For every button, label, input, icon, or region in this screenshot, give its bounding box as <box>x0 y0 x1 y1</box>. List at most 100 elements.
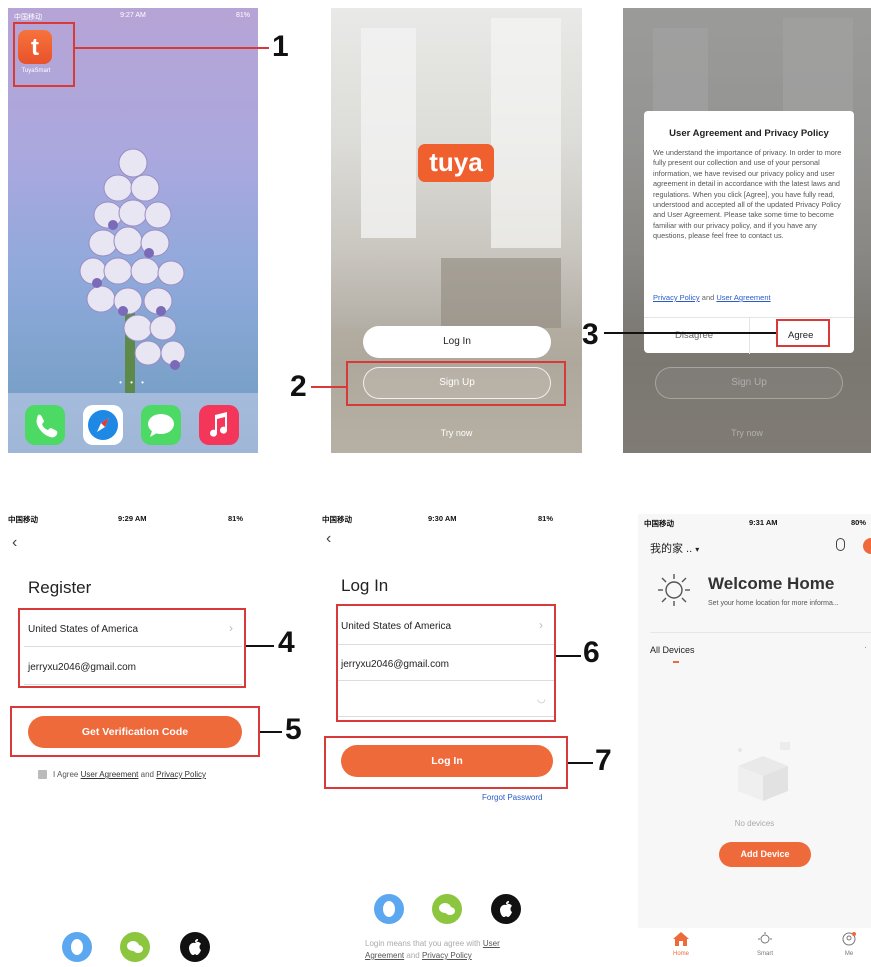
wechat-login-icon[interactable] <box>432 894 462 924</box>
tuya-logo: tuya <box>418 144 494 182</box>
privacy-dialog-screen: Sign Up Try now User Agreement and Priva… <box>623 8 871 453</box>
callout-line-7 <box>568 762 593 764</box>
tab-active-indicator <box>673 661 679 663</box>
music-icon[interactable] <box>199 405 239 445</box>
callout-line-5 <box>260 731 282 733</box>
privacy-dialog: User Agreement and Privacy Policy We und… <box>644 111 854 354</box>
callout-4: 4 <box>278 626 295 659</box>
button-divider <box>749 318 750 354</box>
callout-line-1 <box>75 47 269 49</box>
back-chevron-icon[interactable]: ‹ <box>326 530 331 548</box>
time-label: 9:31 AM <box>749 518 778 527</box>
back-chevron-icon[interactable]: ‹ <box>12 534 17 552</box>
house-icon <box>673 932 689 946</box>
agree-prefix: I Agree <box>53 770 79 779</box>
apple-login-icon[interactable] <box>491 894 521 924</box>
privacy-policy-link[interactable]: Privacy Policy <box>422 951 472 960</box>
tab-home-label: Home <box>672 951 689 957</box>
tab-smart[interactable]: Smart <box>750 932 780 957</box>
highlight-verify-button <box>10 706 260 757</box>
highlight-fields <box>336 604 556 722</box>
register-screen: 中国移动 9:29 AM 81% ‹ Register United State… <box>0 510 262 962</box>
empty-box-icon <box>738 742 790 801</box>
microphone-icon[interactable] <box>836 538 845 551</box>
try-now-link[interactable]: Try now <box>331 428 582 438</box>
callout-6: 6 <box>583 636 600 669</box>
user-link-part2[interactable]: Agreement <box>365 951 404 960</box>
home-name: 我的家 .. <box>650 543 693 555</box>
wallpaper-flower <box>79 148 186 393</box>
home-screen: 中国移动 9:31 AM 80% 我的家 .. ▾ Welcome Home S… <box>638 514 871 962</box>
highlight-agree <box>776 319 830 347</box>
wechat-login-icon[interactable] <box>120 932 150 962</box>
user-icon <box>842 932 856 946</box>
tab-all-devices[interactable]: All Devices <box>650 645 695 655</box>
status-bar: 中国移动 9:31 AM 80% <box>638 518 871 530</box>
dialog-title: User Agreement and Privacy Policy <box>669 128 829 139</box>
add-plus-icon[interactable] <box>863 538 871 554</box>
forgot-password-link[interactable]: Forgot Password <box>482 793 542 802</box>
privacy-policy-link[interactable]: Privacy Policy <box>653 293 700 302</box>
qq-login-icon[interactable] <box>374 894 404 924</box>
phone-icon[interactable] <box>25 405 65 445</box>
page-title: Log In <box>341 576 389 595</box>
no-devices-text: No devices <box>734 819 775 828</box>
add-device-button[interactable]: Add Device <box>719 842 811 867</box>
callout-line-4 <box>246 645 274 647</box>
chevron-down-icon: ▾ <box>695 545 700 554</box>
and-text: and <box>406 951 420 960</box>
welcome-subtitle: Set your home location for more informa.… <box>708 600 839 607</box>
highlight-fields <box>18 608 246 688</box>
carrier-label: 中国移动 <box>322 515 352 524</box>
privacy-policy-link[interactable]: Privacy Policy <box>156 770 206 779</box>
page-title: Register <box>28 578 92 597</box>
dialog-links: Privacy Policy and User Agreement <box>653 293 771 302</box>
carrier-label: 中国移动 <box>8 515 38 524</box>
user-link-part1[interactable]: User <box>483 939 500 948</box>
and-text: and <box>701 293 715 302</box>
battery-label: 80% <box>851 518 867 527</box>
bottom-tab-bar: Home Smart Me <box>638 928 871 962</box>
time-label: 9:29 AM <box>118 514 147 523</box>
time-label: 9:30 AM <box>428 514 457 523</box>
time-label: 9:27 AM <box>120 12 146 19</box>
agree-row: I Agree User Agreement and Privacy Polic… <box>38 770 206 779</box>
welcome-title: Welcome Home <box>708 574 835 593</box>
sun-icon <box>658 574 690 606</box>
smart-sun-icon <box>758 932 772 944</box>
home-selector[interactable]: 我的家 .. ▾ <box>650 540 699 556</box>
apple-login-icon[interactable] <box>180 932 210 962</box>
callout-3: 3 <box>582 318 599 351</box>
checkbox[interactable] <box>38 770 47 779</box>
callout-line-6 <box>556 655 581 657</box>
messages-icon[interactable] <box>141 405 181 445</box>
bg-signup-button: Sign Up <box>655 367 843 399</box>
battery-label: 81% <box>235 12 250 19</box>
highlight-app-icon <box>13 22 75 87</box>
tab-smart-label: Smart <box>756 951 773 957</box>
more-dots-icon[interactable]: · <box>864 642 867 652</box>
highlight-signup <box>346 361 566 406</box>
status-bar: 中国移动 9:30 AM 81% <box>310 514 575 526</box>
and-text: and <box>140 770 154 779</box>
callout-line-3 <box>604 332 776 334</box>
login-button[interactable]: Log In <box>363 326 551 358</box>
user-agreement-link[interactable]: User Agreement <box>81 770 139 779</box>
tab-home[interactable]: Home <box>666 932 696 957</box>
dialog-body: We understand the importance of privacy.… <box>653 148 842 241</box>
safari-icon[interactable] <box>83 405 123 445</box>
login-screen: 中国移动 9:30 AM 81% ‹ Log In United States … <box>310 510 575 962</box>
tab-me[interactable]: Me <box>834 932 864 957</box>
bg-try-now: Try now <box>731 428 763 438</box>
login-terms-line2: Agreement and Privacy Policy <box>365 951 472 960</box>
battery-label: 81% <box>538 514 554 523</box>
user-agreement-link[interactable]: User Agreement <box>716 293 770 302</box>
dock <box>8 393 258 453</box>
login-means-text: Login means that you agree with <box>365 939 481 948</box>
status-bar: 中国移动 9:29 AM 81% <box>0 514 262 526</box>
callout-5: 5 <box>285 713 302 746</box>
tuya-welcome-screen: tuya Log In Sign Up Try now <box>331 8 582 453</box>
highlight-login-button <box>324 736 568 789</box>
section-divider <box>650 632 871 633</box>
qq-login-icon[interactable] <box>62 932 92 962</box>
